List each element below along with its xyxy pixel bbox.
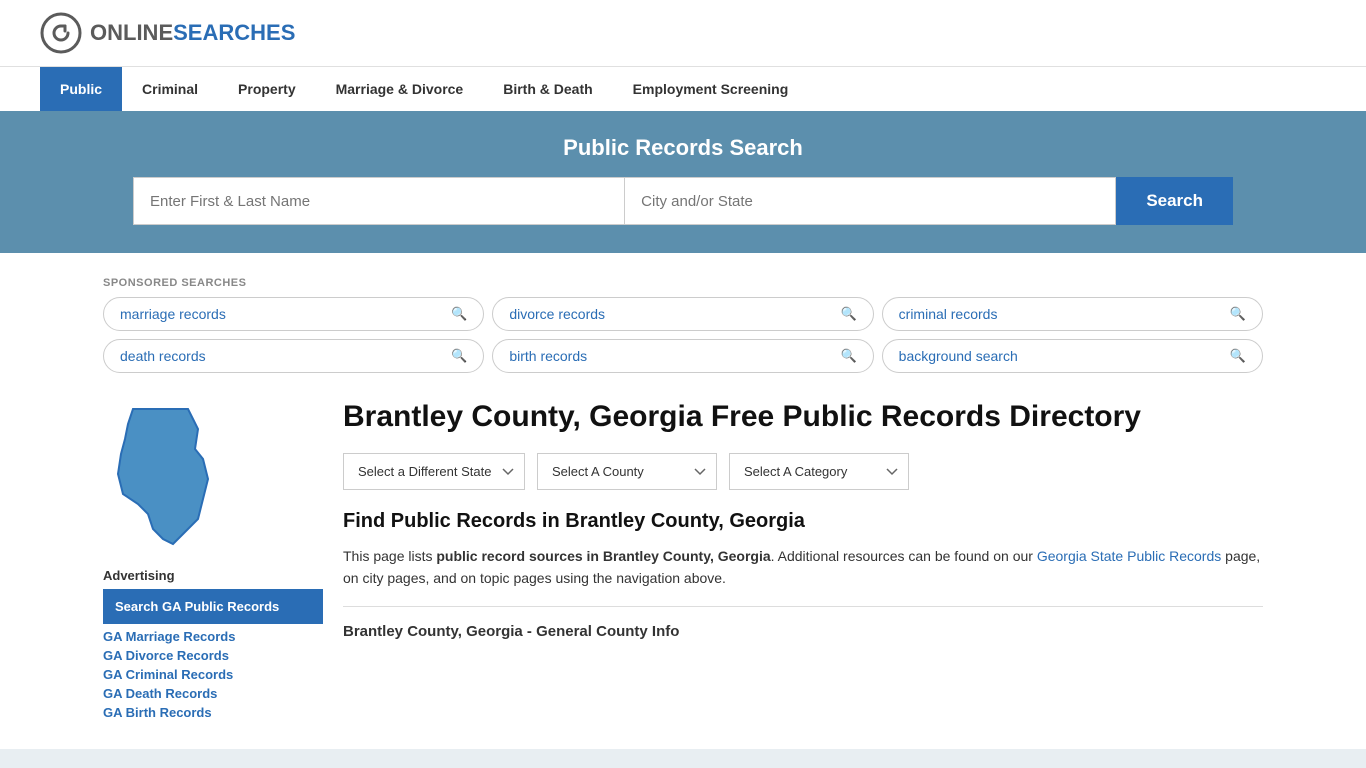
find-link[interactable]: Georgia State Public Records [1037,548,1221,564]
nav-birth-death[interactable]: Birth & Death [483,67,612,111]
content-layout: Advertising Search GA Public Records GA … [103,383,1263,739]
sidebar-ad-box[interactable]: Search GA Public Records [103,589,323,624]
sponsored-tag-label: divorce records [509,306,605,322]
sponsored-tag-label: criminal records [899,306,998,322]
sponsored-tag-criminal[interactable]: criminal records 🔍 [882,297,1263,331]
search-form: Search [133,177,1233,225]
nav-criminal[interactable]: Criminal [122,67,218,111]
find-text-2: . Additional resources can be found on o… [771,548,1037,564]
main-nav: Public Criminal Property Marriage & Divo… [0,66,1366,111]
search-icon-divorce: 🔍 [840,306,856,322]
full-content: SPONSORED SEARCHES marriage records 🔍 di… [0,253,1366,749]
logo-text: ONLINESEARCHES [90,20,295,46]
search-banner: Public Records Search Search [0,111,1366,253]
search-icon-marriage: 🔍 [451,306,467,322]
state-dropdown[interactable]: Select a Different State [343,453,525,490]
sponsored-tag-marriage[interactable]: marriage records 🔍 [103,297,484,331]
search-banner-title: Public Records Search [40,135,1326,161]
sponsored-tag-birth[interactable]: birth records 🔍 [492,339,873,373]
header: ONLINESEARCHES [0,0,1366,66]
search-button[interactable]: Search [1116,177,1233,225]
sponsored-tag-label: death records [120,348,206,364]
sidebar-link-marriage[interactable]: GA Marriage Records [103,629,235,644]
sidebar-link-death[interactable]: GA Death Records [103,686,217,701]
nav-marriage-divorce[interactable]: Marriage & Divorce [316,67,484,111]
name-input[interactable] [133,177,624,225]
search-icon-background: 🔍 [1230,348,1246,364]
find-title: Find Public Records in Brantley County, … [343,510,1263,533]
main-content-wrapper: SPONSORED SEARCHES marriage records 🔍 di… [63,253,1303,749]
logo: ONLINESEARCHES [40,12,295,54]
find-text-1: This page lists [343,548,436,564]
sponsored-tag-death[interactable]: death records 🔍 [103,339,484,373]
sponsored-tag-label: marriage records [120,306,226,322]
category-dropdown[interactable]: Select A Category [729,453,909,490]
section-divider [343,606,1263,607]
sponsored-tag-background[interactable]: background search 🔍 [882,339,1263,373]
section-subtitle: Brantley County, Georgia - General Count… [343,623,1263,640]
location-input[interactable] [624,177,1116,225]
sidebar-link-birth[interactable]: GA Birth Records [103,705,212,720]
georgia-map [103,399,223,549]
logo-icon [40,12,82,54]
nav-public[interactable]: Public [40,67,122,111]
search-icon-birth: 🔍 [840,348,856,364]
sponsored-tag-label: birth records [509,348,587,364]
sponsored-label: SPONSORED SEARCHES [103,277,1263,289]
find-text-bold: public record sources in Brantley County… [436,548,770,564]
nav-property[interactable]: Property [218,67,316,111]
search-icon-criminal: 🔍 [1230,306,1246,322]
main-section: Brantley County, Georgia Free Public Rec… [343,399,1263,723]
sidebar-links: GA Marriage Records GA Divorce Records G… [103,628,323,720]
sidebar: Advertising Search GA Public Records GA … [103,399,323,723]
nav-employment[interactable]: Employment Screening [613,67,809,111]
logo-searches: SEARCHES [173,20,295,45]
sidebar-link-divorce[interactable]: GA Divorce Records [103,648,229,663]
advertising-label: Advertising [103,568,323,583]
sidebar-link-criminal[interactable]: GA Criminal Records [103,667,233,682]
find-text: This page lists public record sources in… [343,545,1263,590]
county-dropdown[interactable]: Select A County [537,453,717,490]
sponsored-tag-divorce[interactable]: divorce records 🔍 [492,297,873,331]
search-icon-death: 🔍 [451,348,467,364]
logo-online: ONLINE [90,20,173,45]
page-title: Brantley County, Georgia Free Public Rec… [343,399,1263,435]
sponsored-grid: marriage records 🔍 divorce records 🔍 cri… [103,297,1263,373]
dropdowns-row: Select a Different State Select A County… [343,453,1263,490]
sponsored-tag-label: background search [899,348,1018,364]
